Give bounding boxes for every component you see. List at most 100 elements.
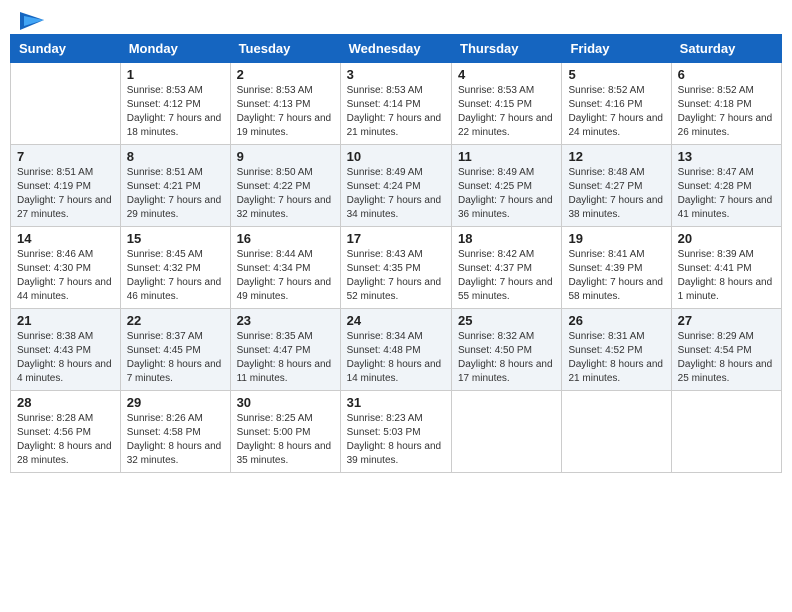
day-number: 27 (678, 313, 775, 328)
week-row-4: 21 Sunrise: 8:38 AMSunset: 4:43 PMDayligh… (11, 309, 782, 391)
day-info: Sunrise: 8:38 AMSunset: 4:43 PMDaylight:… (17, 330, 114, 386)
day-cell: 14 Sunrise: 8:46 AMSunset: 4:30 PMDayligh… (11, 227, 121, 309)
day-info: Sunrise: 8:34 AMSunset: 4:48 PMDaylight:… (347, 330, 445, 386)
day-cell: 21 Sunrise: 8:38 AMSunset: 4:43 PMDayligh… (11, 309, 121, 391)
day-info: Sunrise: 8:50 AMSunset: 4:22 PMDaylight:… (237, 166, 334, 222)
day-info: Sunrise: 8:43 AMSunset: 4:35 PMDaylight:… (347, 248, 445, 304)
col-header-tuesday: Tuesday (230, 35, 340, 63)
day-cell: 31Sunrise: 8:23 AMSunset: 5:03 PMDayligh… (340, 391, 451, 473)
day-number: 23 (237, 313, 334, 328)
day-number: 4 (458, 67, 555, 82)
day-number: 19 (568, 231, 664, 246)
col-header-sunday: Sunday (11, 35, 121, 63)
day-cell: 29Sunrise: 8:26 AMSunset: 4:58 PMDayligh… (120, 391, 230, 473)
day-number: 2 (237, 67, 334, 82)
day-number: 25 (458, 313, 555, 328)
day-number: 13 (678, 149, 775, 164)
week-row-5: 28Sunrise: 8:28 AMSunset: 4:56 PMDayligh… (11, 391, 782, 473)
day-cell: 18Sunrise: 8:42 AMSunset: 4:37 PMDayligh… (452, 227, 562, 309)
day-info: Sunrise: 8:45 AMSunset: 4:32 PMDaylight:… (127, 248, 224, 304)
col-header-wednesday: Wednesday (340, 35, 451, 63)
day-info: Sunrise: 8:48 AMSunset: 4:27 PMDaylight:… (568, 166, 664, 222)
week-row-3: 14 Sunrise: 8:46 AMSunset: 4:30 PMDayligh… (11, 227, 782, 309)
col-header-friday: Friday (562, 35, 671, 63)
day-number: 17 (347, 231, 445, 246)
day-number: 5 (568, 67, 664, 82)
day-info: Sunrise: 8:35 AMSunset: 4:47 PMDaylight:… (237, 330, 334, 386)
col-header-saturday: Saturday (671, 35, 781, 63)
logo-icon (10, 10, 48, 34)
day-cell: 12 Sunrise: 8:48 AMSunset: 4:27 PMDayligh… (562, 145, 671, 227)
day-cell (562, 391, 671, 473)
day-info: Sunrise: 8:53 AMSunset: 4:12 PMDaylight:… (127, 84, 224, 140)
day-cell: 30 Sunrise: 8:25 AMSunset: 5:00 PMDayligh… (230, 391, 340, 473)
day-info: Sunrise: 8:32 AMSunset: 4:50 PMDaylight:… (458, 330, 555, 386)
day-info: Sunrise: 8:53 AMSunset: 4:13 PMDaylight:… (237, 84, 334, 140)
day-info: Sunrise: 8:53 AMSunset: 4:14 PMDaylight:… (347, 84, 445, 140)
day-cell: 4 Sunrise: 8:53 AMSunset: 4:15 PMDaylight… (452, 63, 562, 145)
day-info: Sunrise: 8:53 AMSunset: 4:15 PMDaylight:… (458, 84, 555, 140)
day-info: Sunrise: 8:29 AMSunset: 4:54 PMDaylight:… (678, 330, 775, 386)
day-info: Sunrise: 8:47 AMSunset: 4:28 PMDaylight:… (678, 166, 775, 222)
day-cell: 17 Sunrise: 8:43 AMSunset: 4:35 PMDayligh… (340, 227, 451, 309)
page-header (10, 10, 782, 28)
day-number: 29 (127, 395, 224, 410)
day-cell: 27 Sunrise: 8:29 AMSunset: 4:54 PMDayligh… (671, 309, 781, 391)
day-info: Sunrise: 8:44 AMSunset: 4:34 PMDaylight:… (237, 248, 334, 304)
day-number: 1 (127, 67, 224, 82)
day-number: 10 (347, 149, 445, 164)
day-number: 20 (678, 231, 775, 246)
day-cell: 13 Sunrise: 8:47 AMSunset: 4:28 PMDayligh… (671, 145, 781, 227)
day-cell: 15 Sunrise: 8:45 AMSunset: 4:32 PMDayligh… (120, 227, 230, 309)
day-info: Sunrise: 8:52 AMSunset: 4:16 PMDaylight:… (568, 84, 664, 140)
day-cell: 7 Sunrise: 8:51 AMSunset: 4:19 PMDaylight… (11, 145, 121, 227)
day-number: 7 (17, 149, 114, 164)
day-number: 31 (347, 395, 445, 410)
day-info: Sunrise: 8:42 AMSunset: 4:37 PMDaylight:… (458, 248, 555, 304)
day-number: 22 (127, 313, 224, 328)
day-number: 14 (17, 231, 114, 246)
day-cell: 26 Sunrise: 8:31 AMSunset: 4:52 PMDayligh… (562, 309, 671, 391)
day-cell: 20 Sunrise: 8:39 AMSunset: 4:41 PMDayligh… (671, 227, 781, 309)
day-number: 24 (347, 313, 445, 328)
day-number: 12 (568, 149, 664, 164)
day-cell: 19Sunrise: 8:41 AMSunset: 4:39 PMDayligh… (562, 227, 671, 309)
day-info: Sunrise: 8:52 AMSunset: 4:18 PMDaylight:… (678, 84, 775, 140)
day-number: 16 (237, 231, 334, 246)
day-cell (671, 391, 781, 473)
day-info: Sunrise: 8:49 AMSunset: 4:24 PMDaylight:… (347, 166, 445, 222)
day-cell: 1 Sunrise: 8:53 AMSunset: 4:12 PMDaylight… (120, 63, 230, 145)
day-info: Sunrise: 8:28 AMSunset: 4:56 PMDaylight:… (17, 412, 114, 468)
day-info: Sunrise: 8:49 AMSunset: 4:25 PMDaylight:… (458, 166, 555, 222)
day-info: Sunrise: 8:37 AMSunset: 4:45 PMDaylight:… (127, 330, 224, 386)
day-cell: 23 Sunrise: 8:35 AMSunset: 4:47 PMDayligh… (230, 309, 340, 391)
day-number: 8 (127, 149, 224, 164)
day-info: Sunrise: 8:46 AMSunset: 4:30 PMDaylight:… (17, 248, 114, 304)
calendar-table: SundayMondayTuesdayWednesdayThursdayFrid… (10, 34, 782, 473)
day-number: 9 (237, 149, 334, 164)
col-header-monday: Monday (120, 35, 230, 63)
week-row-2: 7 Sunrise: 8:51 AMSunset: 4:19 PMDaylight… (11, 145, 782, 227)
col-header-thursday: Thursday (452, 35, 562, 63)
day-info: Sunrise: 8:31 AMSunset: 4:52 PMDaylight:… (568, 330, 664, 386)
day-cell: 9 Sunrise: 8:50 AMSunset: 4:22 PMDaylight… (230, 145, 340, 227)
day-cell: 5 Sunrise: 8:52 AMSunset: 4:16 PMDaylight… (562, 63, 671, 145)
day-number: 11 (458, 149, 555, 164)
day-number: 26 (568, 313, 664, 328)
day-cell: 11 Sunrise: 8:49 AMSunset: 4:25 PMDayligh… (452, 145, 562, 227)
day-number: 30 (237, 395, 334, 410)
day-cell (452, 391, 562, 473)
day-number: 21 (17, 313, 114, 328)
day-number: 6 (678, 67, 775, 82)
day-info: Sunrise: 8:51 AMSunset: 4:19 PMDaylight:… (17, 166, 114, 222)
week-row-1: 1 Sunrise: 8:53 AMSunset: 4:12 PMDaylight… (11, 63, 782, 145)
day-info: Sunrise: 8:51 AMSunset: 4:21 PMDaylight:… (127, 166, 224, 222)
day-info: Sunrise: 8:25 AMSunset: 5:00 PMDaylight:… (237, 412, 334, 468)
day-number: 15 (127, 231, 224, 246)
day-info: Sunrise: 8:39 AMSunset: 4:41 PMDaylight:… (678, 248, 775, 304)
calendar-header-row: SundayMondayTuesdayWednesdayThursdayFrid… (11, 35, 782, 63)
day-cell: 8 Sunrise: 8:51 AMSunset: 4:21 PMDaylight… (120, 145, 230, 227)
day-cell: 6 Sunrise: 8:52 AMSunset: 4:18 PMDaylight… (671, 63, 781, 145)
day-cell: 16 Sunrise: 8:44 AMSunset: 4:34 PMDayligh… (230, 227, 340, 309)
day-cell (11, 63, 121, 145)
